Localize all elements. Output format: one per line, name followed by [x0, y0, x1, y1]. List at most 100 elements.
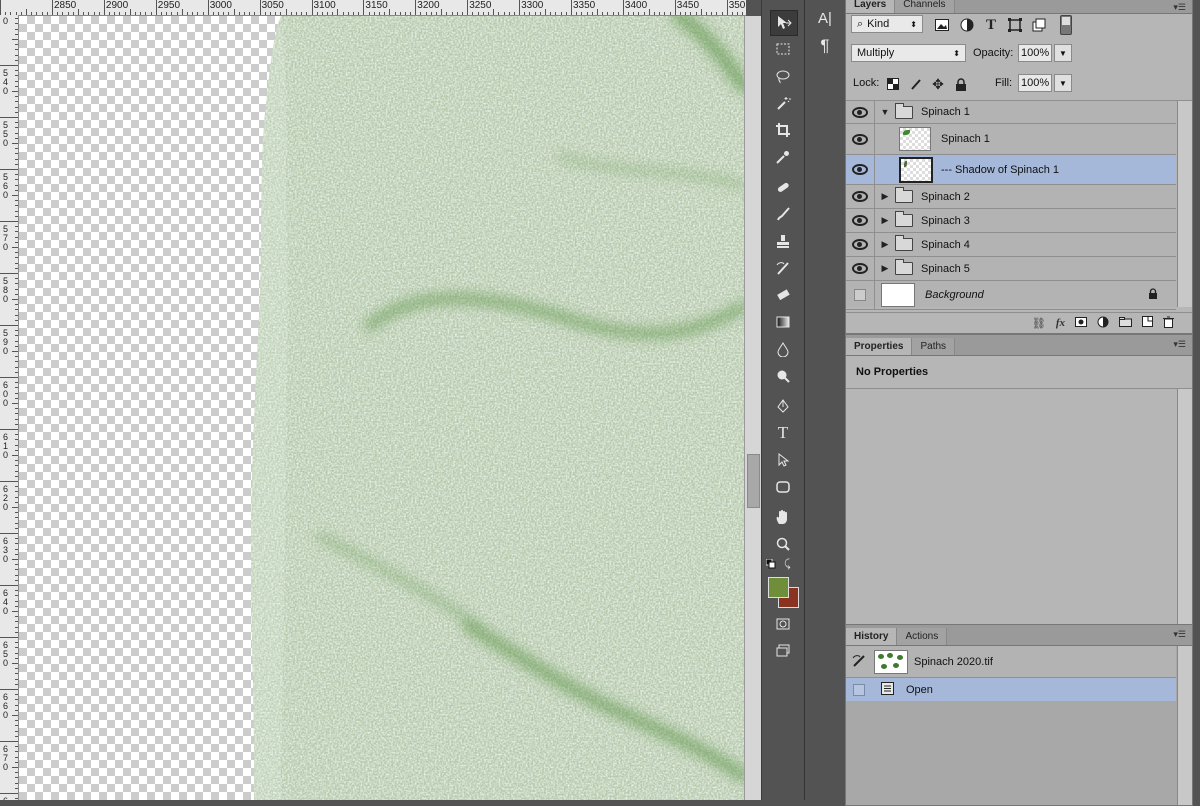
opacity-dropdown-button[interactable]: ▼ [1054, 44, 1072, 62]
collapsed-triangle-icon[interactable]: ▶ [879, 215, 891, 226]
gradient-icon[interactable] [770, 310, 796, 334]
tab-channels[interactable]: Channels [895, 0, 955, 13]
ruler-tick [15, 371, 18, 373]
fill-dropdown-button[interactable]: ▼ [1054, 74, 1072, 92]
opacity-input[interactable]: 100% [1018, 44, 1052, 62]
eyedropper-icon[interactable] [770, 145, 796, 169]
visibility-toggle[interactable] [846, 185, 875, 208]
type-tool-icon[interactable]: T [770, 421, 796, 445]
ruler-top[interactable]: 2850 2900 2950 3000 3050 3100 3150 3200 3250 3300… [0, 0, 746, 16]
layer-row-selected[interactable]: --- Shadow of Spinach 1 [846, 155, 1176, 185]
pen-icon[interactable] [770, 394, 796, 418]
visibility-toggle[interactable] [846, 209, 875, 232]
rectangle-shape-icon[interactable] [770, 475, 796, 499]
lock-all-icon[interactable] [953, 76, 969, 92]
tab-history[interactable]: History [846, 628, 898, 645]
clone-stamp-icon[interactable] [770, 229, 796, 253]
ruler-tick [15, 127, 18, 129]
add-mask-icon[interactable] [1075, 316, 1087, 330]
document-canvas[interactable] [19, 16, 744, 800]
link-layers-icon[interactable]: ⛓ [1032, 317, 1046, 330]
spot-healing-brush-icon[interactable] [770, 175, 796, 199]
filter-toggle-switch[interactable] [1060, 15, 1072, 35]
layer-row-group[interactable]: ▶ Spinach 5 [846, 257, 1176, 281]
adjustment-layer-icon[interactable] [1097, 316, 1109, 331]
blend-mode-select[interactable]: Multiply ⬍ [851, 44, 966, 62]
layer-row[interactable]: Spinach 1 [846, 124, 1176, 155]
layer-row-group[interactable]: ▶ Spinach 4 [846, 233, 1176, 257]
layer-row-group[interactable]: ▶ Spinach 3 [846, 209, 1176, 233]
zoom-icon[interactable] [770, 532, 796, 556]
new-layer-icon[interactable] [1142, 316, 1153, 330]
magic-wand-icon[interactable] [770, 91, 796, 115]
tab-paths[interactable]: Paths [912, 338, 956, 355]
layers-scrollbar[interactable] [1177, 101, 1192, 307]
panel-menu-icon[interactable]: ▾☰ [1173, 2, 1186, 13]
lock-transparent-pixels-icon[interactable] [885, 76, 901, 92]
dodge-icon[interactable] [770, 364, 796, 388]
quick-mask-icon[interactable] [770, 612, 796, 636]
eraser-icon[interactable] [770, 283, 796, 307]
pixel-filter-icon[interactable] [934, 17, 950, 33]
path-selection-icon[interactable] [770, 448, 796, 472]
delete-layer-trash-icon[interactable] [1163, 316, 1174, 331]
layer-row-background[interactable]: Background [846, 281, 1176, 310]
smart-object-filter-icon[interactable] [1031, 17, 1047, 33]
filter-kind-select[interactable]: ⌕ Kind ⬍ [851, 15, 923, 33]
swap-colors-icon[interactable]: ⤹ [784, 558, 796, 570]
tab-properties[interactable]: Properties [846, 338, 913, 355]
collapsed-triangle-icon[interactable]: ▶ [879, 263, 891, 274]
history-snapshot-row[interactable]: Spinach 2020.tif [846, 646, 1176, 678]
shape-filter-icon[interactable] [1007, 17, 1023, 33]
blur-drop-icon[interactable] [770, 337, 796, 361]
hand-icon[interactable] [770, 505, 796, 529]
lasso-icon[interactable] [770, 64, 796, 88]
move-tool-icon[interactable] [770, 10, 798, 36]
tab-actions[interactable]: Actions [897, 628, 948, 645]
fill-input[interactable]: 100% [1018, 74, 1052, 92]
visibility-toggle[interactable] [846, 124, 875, 154]
tab-layers[interactable]: Layers [846, 0, 896, 13]
visibility-toggle[interactable] [846, 281, 875, 309]
character-panel-icon[interactable]: A| [813, 7, 837, 29]
visibility-toggle[interactable] [846, 233, 875, 256]
screen-mode-icon[interactable] [770, 639, 796, 663]
visibility-toggle[interactable] [846, 257, 875, 280]
rectangular-marquee-icon[interactable] [770, 37, 796, 61]
lock-position-icon[interactable]: ✥ [930, 76, 946, 92]
visibility-toggle[interactable] [846, 101, 875, 123]
scrollbar-thumb[interactable] [747, 454, 760, 508]
layer-row-group[interactable]: ▶ Spinach 2 [846, 185, 1176, 209]
fx-icon[interactable]: fx [1056, 317, 1065, 329]
crop-icon[interactable] [770, 118, 796, 142]
visibility-toggle[interactable] [846, 155, 875, 184]
ruler-tick [425, 12, 427, 15]
history-state-row[interactable]: Open [846, 678, 1176, 701]
ruler-tick [249, 12, 251, 15]
foreground-color-swatch[interactable] [768, 577, 789, 598]
lock-image-pixels-brush-icon[interactable] [908, 76, 924, 92]
layer-row-group[interactable]: ▼ Spinach 1 [846, 101, 1176, 124]
adjustment-filter-icon[interactable] [959, 17, 975, 33]
brush-icon[interactable] [770, 202, 796, 226]
history-brush-icon[interactable] [770, 256, 796, 280]
panel-menu-icon[interactable]: ▾☰ [1173, 629, 1186, 640]
paragraph-panel-icon[interactable]: ¶ [813, 35, 837, 57]
panel-menu-icon[interactable]: ▾☰ [1173, 339, 1186, 350]
ruler-tick [15, 678, 18, 680]
collapsed-triangle-icon[interactable]: ▶ [879, 239, 891, 250]
properties-scrollbar[interactable] [1177, 389, 1192, 624]
new-group-icon[interactable] [1119, 316, 1132, 330]
ruler-tick [15, 496, 18, 498]
history-source-checkbox[interactable] [853, 683, 865, 696]
type-filter-icon[interactable]: T [983, 17, 999, 33]
layers-panel: Layers Channels ▾☰ ⌕ Kind ⬍ T Multiply ⬍ Op… [845, 0, 1193, 334]
history-brush-source-icon[interactable] [852, 653, 868, 670]
collapsed-triangle-icon[interactable]: ▶ [879, 191, 891, 202]
default-colors-icon[interactable] [765, 558, 776, 569]
canvas-vertical-scrollbar[interactable] [744, 16, 761, 800]
expanded-triangle-icon[interactable]: ▼ [879, 107, 891, 117]
history-scrollbar[interactable] [1177, 646, 1192, 805]
ruler-tick [737, 12, 739, 15]
ruler-left[interactable]: 0 5 4 0 5 5 0 5 6 0 5 7 0 5 8 0 5 9 0 6 0 0 6 1 … [0, 15, 19, 800]
